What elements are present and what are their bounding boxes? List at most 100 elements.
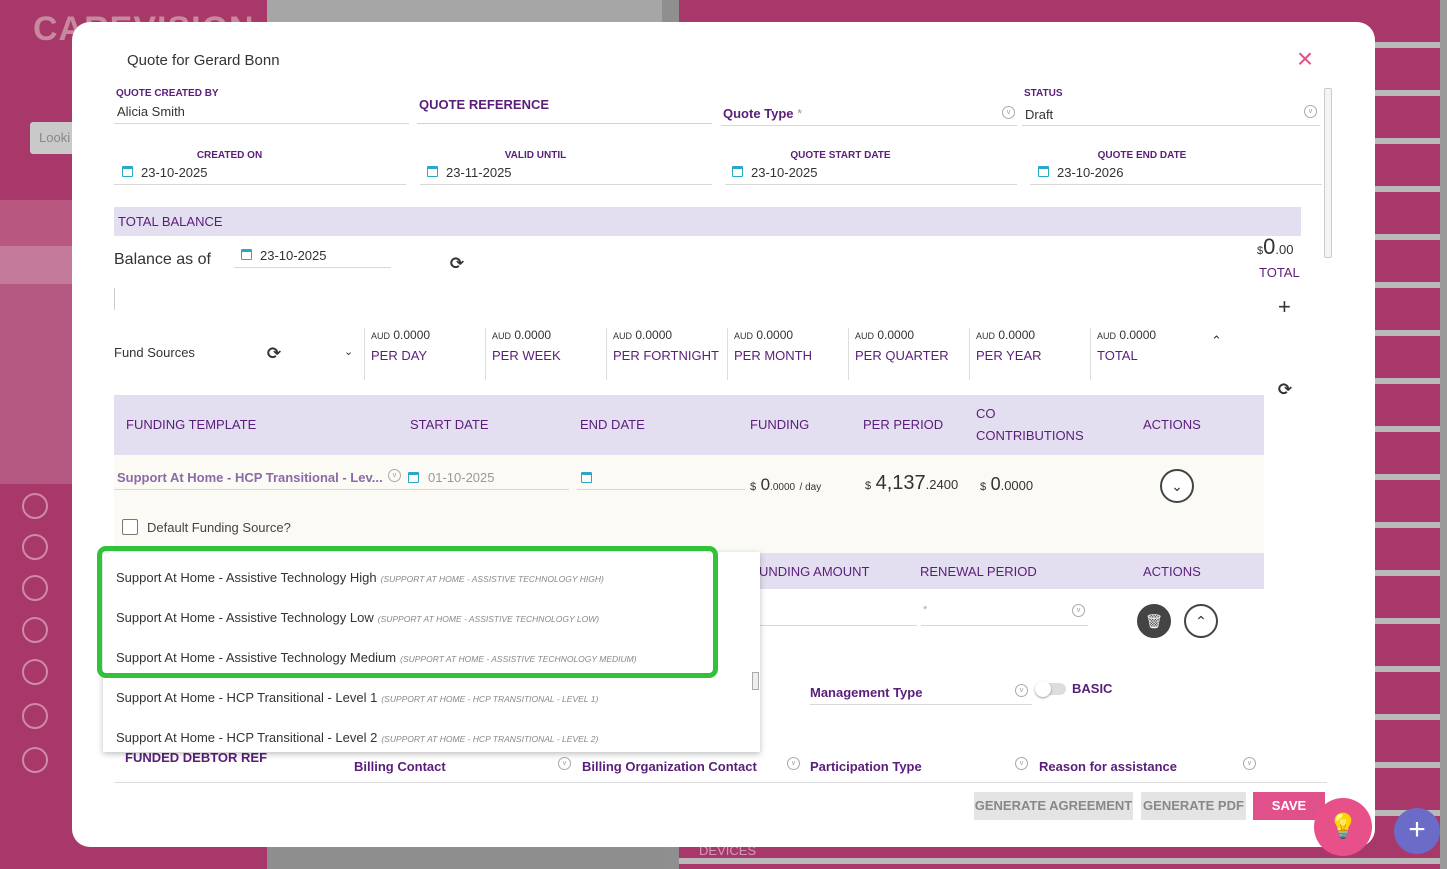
lightbulb-icon[interactable]: 💡 bbox=[1314, 798, 1372, 856]
refresh-table-icon[interactable]: ⟳ bbox=[1277, 381, 1293, 398]
refresh-fund-sources-icon[interactable]: ⟳ bbox=[266, 345, 282, 362]
quote-reference-input[interactable] bbox=[417, 123, 712, 124]
clock-icon[interactable] bbox=[22, 534, 48, 560]
collapse-icon[interactable]: ⌃ bbox=[1211, 333, 1222, 349]
dropdown-option[interactable]: Support At Home - HCP Transitional - Lev… bbox=[116, 730, 598, 745]
calendar-icon[interactable] bbox=[732, 166, 743, 177]
template-chevron-icon[interactable]: v bbox=[388, 469, 401, 482]
th-funding: FUNDING bbox=[750, 417, 810, 432]
heart-icon[interactable] bbox=[22, 575, 48, 601]
user-icon[interactable] bbox=[22, 703, 48, 729]
dropdown-option[interactable]: Support At Home - HCP Transitional - Lev… bbox=[116, 690, 598, 705]
participation-chevron-icon[interactable]: v bbox=[1015, 757, 1028, 770]
balance-empty-field[interactable] bbox=[114, 288, 117, 310]
amount-whole: 4,137 bbox=[875, 472, 926, 494]
collapse-row-button[interactable]: ⌃ bbox=[1184, 604, 1218, 638]
alert-icon[interactable] bbox=[22, 493, 48, 519]
add-fab-button[interactable]: + bbox=[1394, 808, 1440, 854]
quote-start-underline bbox=[725, 184, 1017, 185]
quote-start-value[interactable]: 23-10-2025 bbox=[751, 165, 818, 180]
billing-contact-label[interactable]: Billing Contact bbox=[354, 759, 446, 774]
chat-icon[interactable] bbox=[22, 617, 48, 643]
period-value: 0.0000 bbox=[635, 328, 673, 342]
fund-period-6: AUD 0.0000 TOTAL bbox=[1090, 328, 1156, 380]
status-underline bbox=[1022, 125, 1320, 126]
gear-icon[interactable] bbox=[22, 747, 48, 773]
calendar-icon[interactable] bbox=[122, 166, 133, 177]
management-type-chevron-icon[interactable]: v bbox=[1015, 684, 1028, 697]
refresh-balance-icon[interactable]: ⟳ bbox=[449, 255, 465, 272]
period-amount: AUD 0.0000 bbox=[613, 328, 719, 342]
funding-amount-input[interactable] bbox=[760, 625, 917, 626]
funding-template-select[interactable]: Support At Home - HCP Transitional - Lev… bbox=[117, 470, 383, 485]
management-type-label[interactable]: Management Type bbox=[810, 685, 922, 700]
management-type-toggle[interactable] bbox=[1035, 681, 1066, 697]
created-by-underline bbox=[114, 123, 409, 124]
total-balance-amount: $0.00 bbox=[1257, 234, 1293, 260]
start-date-value[interactable]: 01-10-2025 bbox=[428, 470, 495, 485]
balance-date-value[interactable]: 23-10-2025 bbox=[260, 248, 327, 263]
quote-type-underline bbox=[721, 125, 1017, 126]
dropdown-scrollbar[interactable] bbox=[752, 672, 759, 690]
status-chevron-icon[interactable]: v bbox=[1304, 105, 1317, 118]
billing-org-contact-label[interactable]: Billing Organization Contact bbox=[582, 759, 757, 774]
quote-type-label[interactable]: Quote Type * bbox=[723, 106, 802, 121]
period-label: TOTAL bbox=[1097, 348, 1138, 363]
balance-as-of-label: Balance as of bbox=[114, 251, 211, 268]
gauge-icon[interactable] bbox=[22, 659, 48, 685]
quote-created-by-value[interactable]: Alicia Smith bbox=[117, 104, 185, 119]
calendar-icon[interactable] bbox=[1038, 166, 1049, 177]
default-funding-checkbox[interactable] bbox=[122, 519, 138, 535]
renewal-period-select[interactable] bbox=[921, 625, 1088, 626]
valid-until-value[interactable]: 23-11-2025 bbox=[446, 165, 512, 180]
fund-period-3: AUD 0.0000 PER MONTH bbox=[727, 328, 812, 380]
currency-symbol: $ bbox=[750, 481, 757, 493]
chevron-down-icon[interactable]: ⌄ bbox=[344, 345, 353, 358]
period-label: PER WEEK bbox=[492, 348, 561, 363]
quote-type-chevron-icon[interactable]: v bbox=[1002, 106, 1015, 119]
period-currency: AUD bbox=[371, 331, 391, 341]
delete-icon[interactable]: 🗑 bbox=[1137, 604, 1171, 638]
period-amount: AUD 0.0000 bbox=[855, 328, 949, 342]
period-currency: AUD bbox=[734, 331, 754, 341]
billing-org-chevron-icon[interactable]: v bbox=[787, 757, 800, 770]
calendar-icon[interactable] bbox=[581, 472, 592, 483]
add-icon[interactable]: + bbox=[1278, 294, 1291, 320]
close-icon[interactable]: × bbox=[1291, 45, 1319, 74]
page-scrollbar[interactable] bbox=[1440, 0, 1447, 869]
reason-chevron-icon[interactable]: v bbox=[1243, 757, 1256, 770]
reason-label[interactable]: Reason for assistance bbox=[1039, 759, 1177, 774]
period-amount: AUD 0.0000 bbox=[1097, 328, 1156, 342]
save-button[interactable]: SAVE bbox=[1253, 792, 1325, 820]
end-date-input[interactable] bbox=[577, 489, 745, 490]
amount-decimal: .2400 bbox=[925, 477, 959, 492]
highlight-box bbox=[97, 546, 718, 678]
generate-pdf-button[interactable]: GENERATE PDF bbox=[1141, 792, 1246, 820]
billing-contact-chevron-icon[interactable]: v bbox=[558, 757, 571, 770]
th-contributions: CONTRIBUTIONS bbox=[976, 428, 1084, 443]
calendar-icon[interactable] bbox=[427, 166, 438, 177]
th-actions: ACTIONS bbox=[1143, 417, 1201, 432]
amount-decimal: .0000 bbox=[770, 482, 796, 493]
total-balance-title: TOTAL BALANCE bbox=[118, 214, 223, 229]
amount-whole: 0 bbox=[1263, 234, 1276, 259]
calendar-icon[interactable] bbox=[408, 472, 419, 483]
footer-divider bbox=[114, 782, 1327, 783]
fund-period-5: AUD 0.0000 PER YEAR bbox=[969, 328, 1042, 380]
period-currency: AUD bbox=[976, 331, 996, 341]
th-co: CO bbox=[976, 406, 996, 421]
expand-row-button[interactable]: ⌄ bbox=[1160, 469, 1194, 503]
generate-agreement-button[interactable]: GENERATE AGREEMENT bbox=[974, 792, 1133, 820]
toggle-label: BASIC bbox=[1072, 681, 1113, 696]
calendar-icon[interactable] bbox=[241, 249, 252, 260]
currency-symbol: $ bbox=[865, 480, 872, 492]
modal-scrollbar[interactable] bbox=[1324, 88, 1332, 258]
status-value[interactable]: Draft bbox=[1025, 107, 1053, 122]
th-per-period: PER PERIOD bbox=[863, 417, 944, 432]
created-on-label: CREATED ON bbox=[196, 150, 263, 161]
default-funding-label: Default Funding Source? bbox=[147, 520, 291, 535]
created-on-value[interactable]: 23-10-2025 bbox=[141, 165, 208, 180]
participation-type-label[interactable]: Participation Type bbox=[810, 759, 922, 774]
renewal-chevron-icon[interactable]: v bbox=[1072, 604, 1085, 617]
quote-end-value[interactable]: 23-10-2026 bbox=[1057, 165, 1124, 180]
